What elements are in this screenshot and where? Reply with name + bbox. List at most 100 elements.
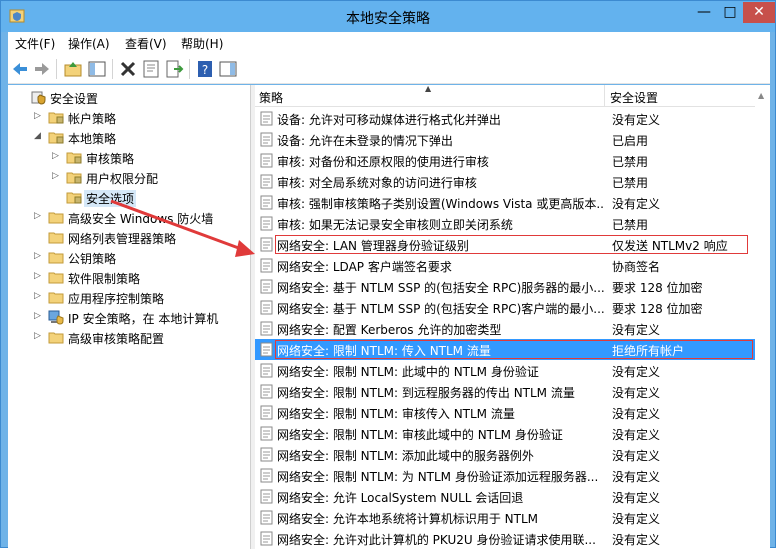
table-row[interactable]: 网络安全: 限制 NTLM: 为 NTLM 身份验证添加远程服务器... 没有定义 xyxy=(255,465,770,486)
collapsed-arrow-icon[interactable]: ▷ xyxy=(52,151,59,161)
app-window: 本地安全策略 — □ ✕ 文件(F) 操作(A) 查看(V) 帮助(H) ? 安… xyxy=(0,0,776,549)
collapsed-arrow-icon[interactable]: ▷ xyxy=(34,111,41,121)
action-pane-icon[interactable] xyxy=(218,59,238,79)
menu-file[interactable]: 文件(F) xyxy=(15,35,55,52)
maximize-button[interactable]: □ xyxy=(717,2,743,23)
tree-item-label: 网络列表管理器策略 xyxy=(68,232,177,246)
policy-name: 网络安全: 限制 NTLM: 添加此域中的服务器例外 xyxy=(277,449,534,463)
table-row[interactable]: 网络安全: LDAP 客户端签名要求 协商签名 xyxy=(255,255,770,276)
tree-item[interactable]: ▷ 公钥策略 xyxy=(8,247,250,267)
table-row[interactable]: 网络安全: 配置 Kerberos 允许的加密类型 没有定义 xyxy=(255,318,770,339)
expanded-arrow-icon[interactable]: ◢ xyxy=(34,131,41,141)
collapsed-arrow-icon[interactable]: ▷ xyxy=(34,251,41,261)
collapsed-arrow-icon[interactable]: ▷ xyxy=(34,311,41,321)
security-setting: 没有定义 xyxy=(612,449,661,463)
close-button[interactable]: ✕ xyxy=(743,2,775,23)
policy-name: 审核: 如果无法记录安全审核则立即关闭系统 xyxy=(277,218,513,232)
policy-name: 网络安全: 基于 NTLM SSP 的(包括安全 RPC)客户端的最小... xyxy=(277,302,604,316)
tree-item-label: 帐户策略 xyxy=(68,112,117,126)
help-icon[interactable]: ? xyxy=(195,59,215,79)
tree-item[interactable]: ▷ 软件限制策略 xyxy=(8,267,250,287)
security-setting: 没有定义 xyxy=(612,407,661,421)
collapsed-arrow-icon[interactable]: ▷ xyxy=(52,171,59,181)
folder-icon xyxy=(48,332,64,344)
collapsed-arrow-icon[interactable]: ▷ xyxy=(34,331,41,341)
folder-icon xyxy=(48,272,64,284)
policy-name: 网络安全: 允许对此计算机的 PKU2U 身份验证请求使用联... xyxy=(277,533,596,547)
table-row[interactable]: 审核: 如果无法记录安全审核则立即关闭系统 已禁用 xyxy=(255,213,770,234)
show-hide-tree-icon[interactable] xyxy=(87,59,107,79)
folder-icon xyxy=(48,292,64,304)
security-setting: 已禁用 xyxy=(612,155,649,169)
table-row[interactable]: 审核: 对全局系统对象的访问进行审核 已禁用 xyxy=(255,171,770,192)
table-row[interactable]: 网络安全: 限制 NTLM: 此域中的 NTLM 身份验证 没有定义 xyxy=(255,360,770,381)
security-setting: 没有定义 xyxy=(612,428,661,442)
policy-name: 网络安全: 限制 NTLM: 为 NTLM 身份验证添加远程服务器... xyxy=(277,470,599,484)
table-row[interactable]: 网络安全: 允许对此计算机的 PKU2U 身份验证请求使用联... 没有定义 xyxy=(255,528,770,549)
properties-icon[interactable] xyxy=(141,59,161,79)
toolbar: ? xyxy=(8,54,770,84)
tree-item[interactable]: ◢ 本地策略 xyxy=(8,127,250,147)
tree-item[interactable]: ▷ 用户权限分配 xyxy=(8,167,250,187)
policy-setting-icon xyxy=(260,279,273,294)
delete-icon[interactable] xyxy=(118,59,138,79)
menu-action[interactable]: 操作(A) xyxy=(68,35,110,52)
tree-item[interactable]: 安全选项 xyxy=(8,187,250,207)
policy-name: 审核: 强制审核策略子类别设置(Windows Vista 或更高版本... xyxy=(277,197,604,211)
table-row[interactable]: 网络安全: 限制 NTLM: 审核传入 NTLM 流量 没有定义 xyxy=(255,402,770,423)
table-row[interactable]: 审核: 对备份和还原权限的使用进行审核 已禁用 xyxy=(255,150,770,171)
column-divider[interactable] xyxy=(604,85,605,107)
minimize-button[interactable]: — xyxy=(691,2,717,23)
tree-item[interactable]: ▷ 应用程序控制策略 xyxy=(8,287,250,307)
policy-setting-icon xyxy=(260,447,273,462)
table-row[interactable]: 网络安全: 限制 NTLM: 审核此域中的 NTLM 身份验证 没有定义 xyxy=(255,423,770,444)
table-row[interactable]: 设备: 允许对可移动媒体进行格式化并弹出 没有定义 xyxy=(255,108,770,129)
tree-item[interactable]: ▷ 帐户策略 xyxy=(8,107,250,127)
scroll-up-icon[interactable]: ▲ xyxy=(758,91,764,100)
table-row[interactable]: 审核: 强制审核策略子类别设置(Windows Vista 或更高版本... 没有… xyxy=(255,192,770,213)
export-list-icon[interactable] xyxy=(164,59,184,79)
policy-name: 网络安全: LAN 管理器身份验证级别 xyxy=(277,239,469,253)
column-header-setting[interactable]: 安全设置 xyxy=(610,89,658,106)
back-icon[interactable] xyxy=(10,59,30,79)
title-bar[interactable]: 本地安全策略 — □ ✕ xyxy=(1,1,775,32)
tree-item[interactable]: 安全设置 xyxy=(8,87,250,107)
table-row[interactable]: 网络安全: 允许 LocalSystem NULL 会话回退 没有定义 xyxy=(255,486,770,507)
menu-help[interactable]: 帮助(H) xyxy=(181,35,223,52)
tree-item-label: 应用程序控制策略 xyxy=(68,292,165,306)
table-row[interactable]: 网络安全: 允许本地系统将计算机标识用于 NTLM 没有定义 xyxy=(255,507,770,528)
policy-setting-icon xyxy=(260,132,273,147)
menu-view[interactable]: 查看(V) xyxy=(125,35,167,52)
policy-name: 网络安全: 允许本地系统将计算机标识用于 NTLM xyxy=(277,512,539,526)
vertical-scrollbar[interactable]: ▲ xyxy=(755,85,770,549)
security-setting: 没有定义 xyxy=(612,470,661,484)
table-row[interactable]: 网络安全: 限制 NTLM: 到远程服务器的传出 NTLM 流量 没有定义 xyxy=(255,381,770,402)
policy-setting-icon xyxy=(260,342,273,357)
policy-setting-icon xyxy=(260,258,273,273)
column-header-policy[interactable]: 策略 xyxy=(259,89,283,106)
tree-item[interactable]: ▷ 高级安全 Windows 防火墙 xyxy=(8,207,250,227)
tree-item-label: 软件限制策略 xyxy=(68,272,141,286)
content-area: 安全设置 ▷ 帐户策略 ◢ 本地策略 ▷ 审核策略 ▷ 用户权限分配 安全选项 ▷ 高级安全 Wind… xyxy=(8,85,770,549)
tree-item-label: 审核策略 xyxy=(86,152,135,166)
table-row[interactable]: 设备: 允许在未登录的情况下弹出 已启用 xyxy=(255,129,770,150)
table-row[interactable]: 网络安全: LAN 管理器身份验证级别 仅发送 NTLMv2 响应 xyxy=(255,234,770,255)
collapsed-arrow-icon[interactable]: ▷ xyxy=(34,271,41,281)
folder-icon xyxy=(66,172,82,184)
collapsed-arrow-icon[interactable]: ▷ xyxy=(34,211,41,221)
policy-name: 网络安全: 限制 NTLM: 传入 NTLM 流量 xyxy=(277,344,491,358)
tree-item[interactable]: ▷ 高级审核策略配置 xyxy=(8,327,250,347)
table-row[interactable]: 网络安全: 限制 NTLM: 添加此域中的服务器例外 没有定义 xyxy=(255,444,770,465)
table-row[interactable]: 网络安全: 基于 NTLM SSP 的(包括安全 RPC)服务器的最小... 要求… xyxy=(255,276,770,297)
tree-item[interactable]: ▷ IP 安全策略，在 本地计算机 xyxy=(8,307,250,327)
tree-item[interactable]: ▷ 审核策略 xyxy=(8,147,250,167)
security-setting: 没有定义 xyxy=(612,197,661,211)
security-setting: 仅发送 NTLMv2 响应 xyxy=(612,239,728,253)
folder-icon xyxy=(48,252,64,264)
table-row[interactable]: 网络安全: 基于 NTLM SSP 的(包括安全 RPC)客户端的最小... 要求… xyxy=(255,297,770,318)
up-folder-icon[interactable] xyxy=(63,59,83,79)
tree-item[interactable]: 网络列表管理器策略 xyxy=(8,227,250,247)
table-row[interactable]: 网络安全: 限制 NTLM: 传入 NTLM 流量 拒绝所有帐户 xyxy=(255,339,770,360)
forward-icon[interactable] xyxy=(32,59,52,79)
collapsed-arrow-icon[interactable]: ▷ xyxy=(34,291,41,301)
